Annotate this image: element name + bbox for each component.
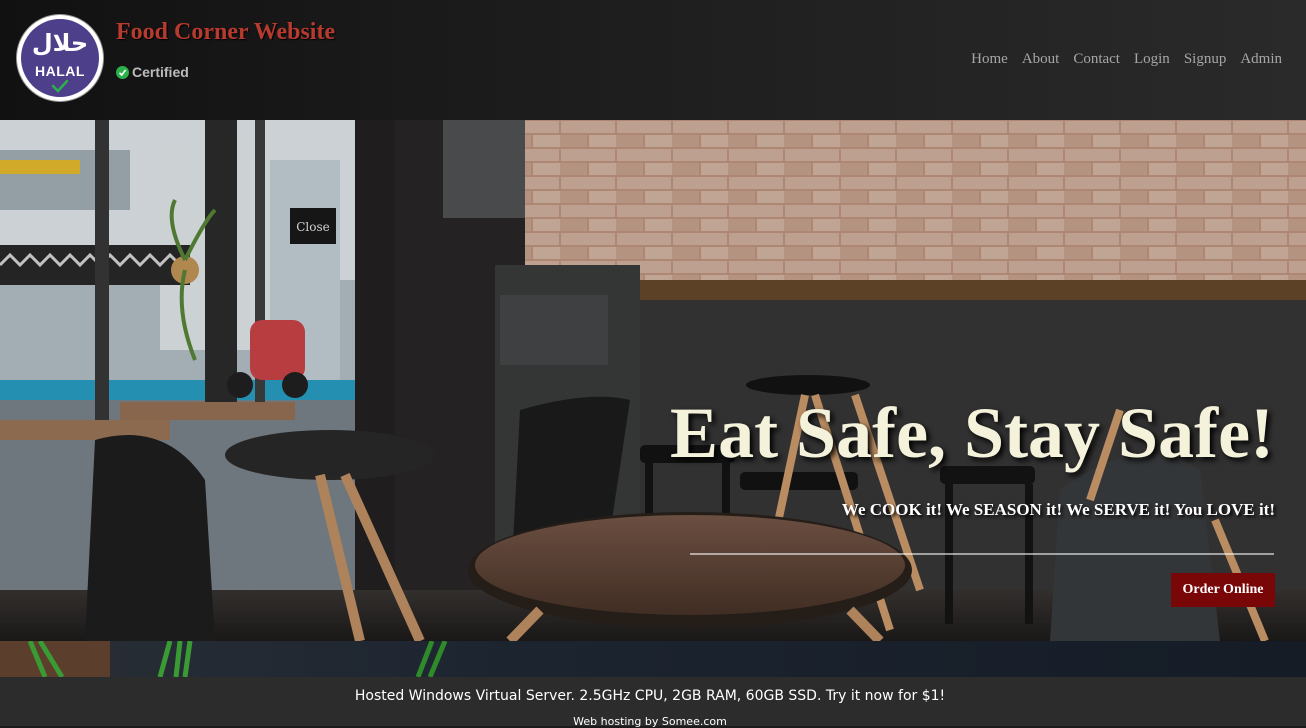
nav-signup[interactable]: Signup: [1184, 51, 1227, 68]
check-circle-icon: [116, 65, 129, 79]
nav-home[interactable]: Home: [971, 51, 1008, 68]
hero-subheading: We COOK it! We SEASON it! We SERVE it! Y…: [841, 500, 1275, 519]
main-nav: Home About Contact Login Signup Admin: [957, 51, 1282, 68]
footer-ad-bar: Hosted Windows Virtual Server. 2.5GHz CP…: [0, 677, 1306, 728]
halal-logo-badge: حلال HALAL: [21, 19, 99, 97]
nav-admin[interactable]: Admin: [1240, 51, 1282, 68]
web-hosting-credit[interactable]: Web hosting by Somee.com: [0, 715, 1300, 728]
halal-logo[interactable]: حلال HALAL: [17, 15, 103, 101]
site-title[interactable]: Food Corner Website: [116, 19, 335, 46]
section-strip: [0, 641, 1306, 677]
nav-about[interactable]: About: [1022, 51, 1060, 68]
cafe-interior-image: Close: [0, 120, 1306, 641]
hero-banner: Close Eat Safe, Stay Safe! We COOK it! W…: [0, 120, 1306, 641]
nav-login[interactable]: Login: [1134, 51, 1170, 68]
site-header: حلال HALAL Food Corner Website Certified…: [0, 0, 1306, 120]
hero-divider: [690, 553, 1274, 555]
hero-heading: Eat Safe, Stay Safe!: [670, 393, 1274, 473]
certified-badge: Certified: [116, 64, 189, 80]
certified-label: Certified: [132, 64, 189, 80]
leaves-decoration: [0, 641, 448, 677]
logo-check-icon: [51, 79, 69, 93]
hosting-ad-link[interactable]: Hosted Windows Virtual Server. 2.5GHz CP…: [0, 688, 1300, 704]
order-online-button[interactable]: Order Online: [1171, 573, 1275, 607]
halal-logo-text: HALAL: [35, 63, 85, 79]
nav-contact[interactable]: Contact: [1073, 51, 1120, 68]
halal-logo-arabic: حلال: [31, 29, 89, 57]
